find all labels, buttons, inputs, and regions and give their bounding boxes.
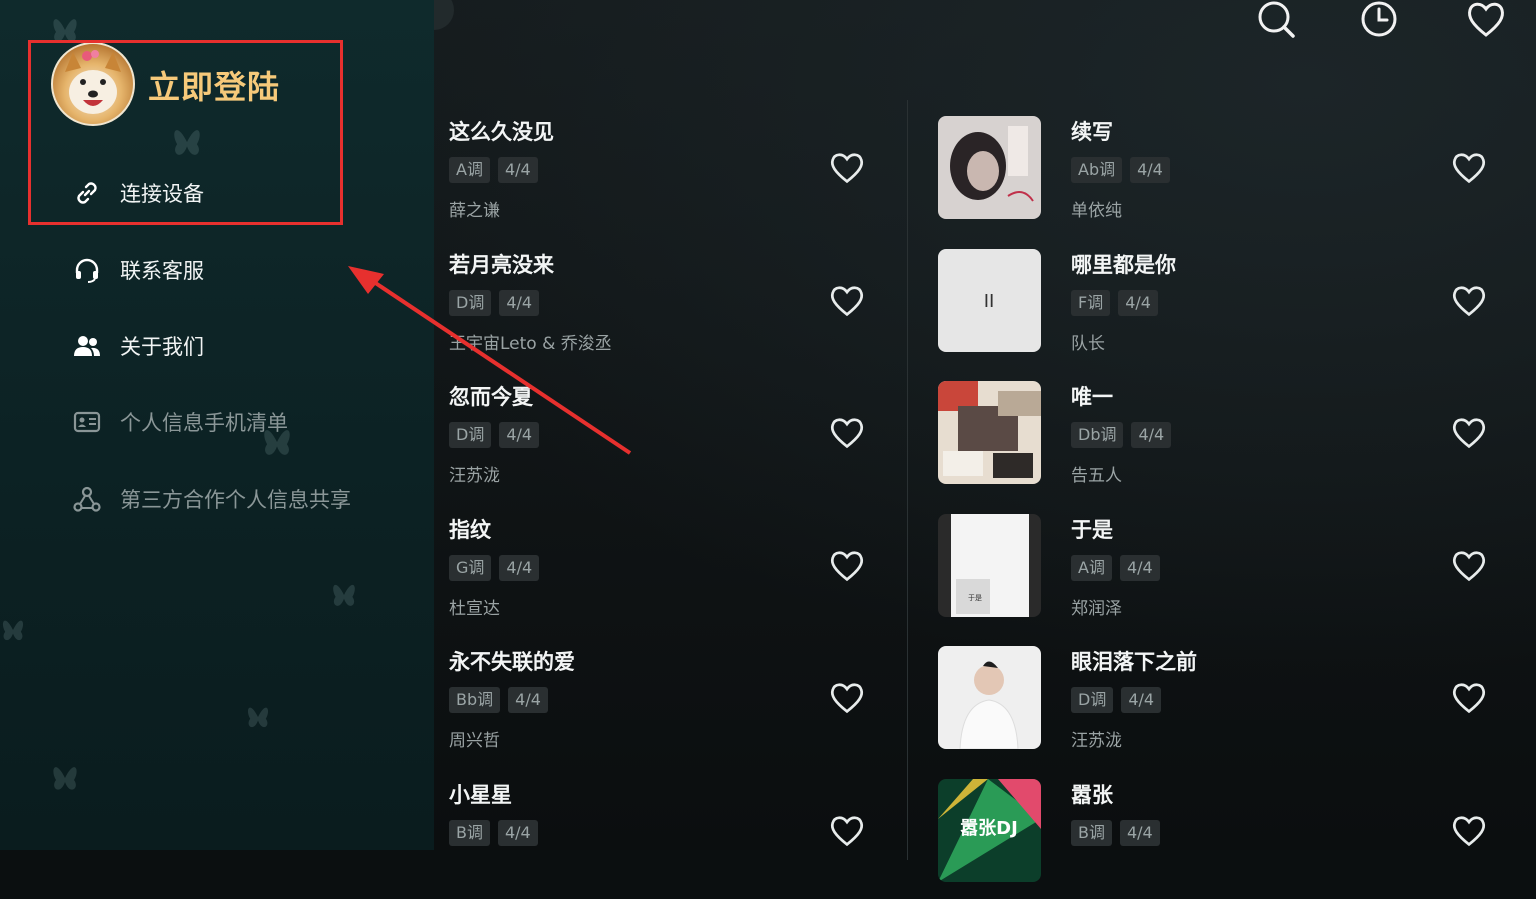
key-badge: Db调 xyxy=(1071,422,1124,449)
song-title: 哪里都是你 xyxy=(1071,252,1176,277)
history-icon[interactable] xyxy=(1360,0,1400,40)
song-artist: 单依纯 xyxy=(1071,201,1122,221)
key-badge: D调 xyxy=(1071,687,1114,714)
song-tags: Ab调 4/4 xyxy=(1071,157,1170,183)
song-tags: F调 4/4 xyxy=(1071,289,1158,316)
meter-badge: 4/4 xyxy=(1118,289,1158,316)
song-artist: 队长 xyxy=(1071,333,1105,354)
annotation-highlight-box xyxy=(28,40,343,225)
meter-badge: 4/4 xyxy=(1131,422,1172,449)
favorite-heart-icon[interactable] xyxy=(1451,681,1487,715)
song-title: 于是 xyxy=(1071,517,1113,542)
annotation-arrow xyxy=(348,266,632,455)
song-tags: A调 4/4 xyxy=(1071,554,1160,581)
favorite-heart-icon[interactable] xyxy=(1451,284,1487,318)
album-cover[interactable] xyxy=(938,116,1041,219)
song-title: 续写 xyxy=(1071,120,1113,144)
song-artist: 郑润泽 xyxy=(1071,598,1122,619)
favorite-heart-icon[interactable] xyxy=(1451,416,1487,450)
svg-text:II: II xyxy=(984,291,995,312)
key-badge: A调 xyxy=(1071,554,1112,581)
drawer-menu-item[interactable]: 关于我们 xyxy=(72,328,204,364)
key-badge: B调 xyxy=(1071,820,1112,846)
share-icon xyxy=(72,484,102,514)
users-icon xyxy=(72,331,102,361)
song-title: 嚣张 xyxy=(1071,783,1113,807)
drawer-menu-item[interactable]: 联系客服 xyxy=(72,252,204,288)
album-cover[interactable]: 于是 xyxy=(938,513,1041,617)
album-cover[interactable]: 嚣张DJ xyxy=(938,779,1041,882)
meter-badge: 4/4 xyxy=(1130,157,1170,183)
drawer-menu-label: 第三方合作个人信息共享 xyxy=(120,488,351,512)
key-badge: Ab调 xyxy=(1071,157,1123,183)
favorite-heart-icon[interactable] xyxy=(1451,549,1487,583)
meter-badge: 4/4 xyxy=(1119,554,1160,581)
svg-text:嚣张DJ: 嚣张DJ xyxy=(960,818,1018,839)
album-cover[interactable]: II xyxy=(938,248,1041,352)
meter-badge: 4/4 xyxy=(1119,820,1160,846)
drawer-menu-item[interactable]: 个人信息手机清单 xyxy=(72,404,288,440)
svg-text:于是: 于是 xyxy=(968,594,982,602)
album-cover[interactable] xyxy=(938,646,1041,750)
song-tags: Db调 4/4 xyxy=(1071,422,1172,449)
song-tags: D调 4/4 xyxy=(1071,687,1162,714)
key-badge: F调 xyxy=(1071,289,1111,316)
heart-icon[interactable] xyxy=(1466,0,1506,40)
meter-badge: 4/4 xyxy=(1121,687,1162,714)
song-title: 眼泪落下之前 xyxy=(1071,650,1197,675)
butterfly-decoration xyxy=(247,707,269,728)
drawer-menu-label: 关于我们 xyxy=(120,335,204,359)
search-icon[interactable] xyxy=(1256,0,1296,40)
id-card-icon xyxy=(72,407,102,437)
drawer-menu-item[interactable]: 第三方合作个人信息共享 xyxy=(72,481,351,517)
favorite-heart-icon[interactable] xyxy=(1451,151,1487,185)
butterfly-decoration xyxy=(2,620,24,641)
drawer-menu-label: 联系客服 xyxy=(120,259,204,283)
butterfly-decoration xyxy=(333,584,355,606)
song-artist: 汪苏泷 xyxy=(1071,731,1122,752)
drawer-menu-label: 个人信息手机清单 xyxy=(120,411,288,435)
headset-icon xyxy=(72,255,102,285)
song-tags: B调 4/4 xyxy=(1071,820,1160,846)
song-title: 唯一 xyxy=(1071,385,1113,410)
butterfly-decoration xyxy=(53,767,77,790)
song-artist: 告五人 xyxy=(1071,466,1122,487)
favorite-heart-icon[interactable] xyxy=(1451,814,1487,848)
album-cover[interactable] xyxy=(938,381,1041,485)
